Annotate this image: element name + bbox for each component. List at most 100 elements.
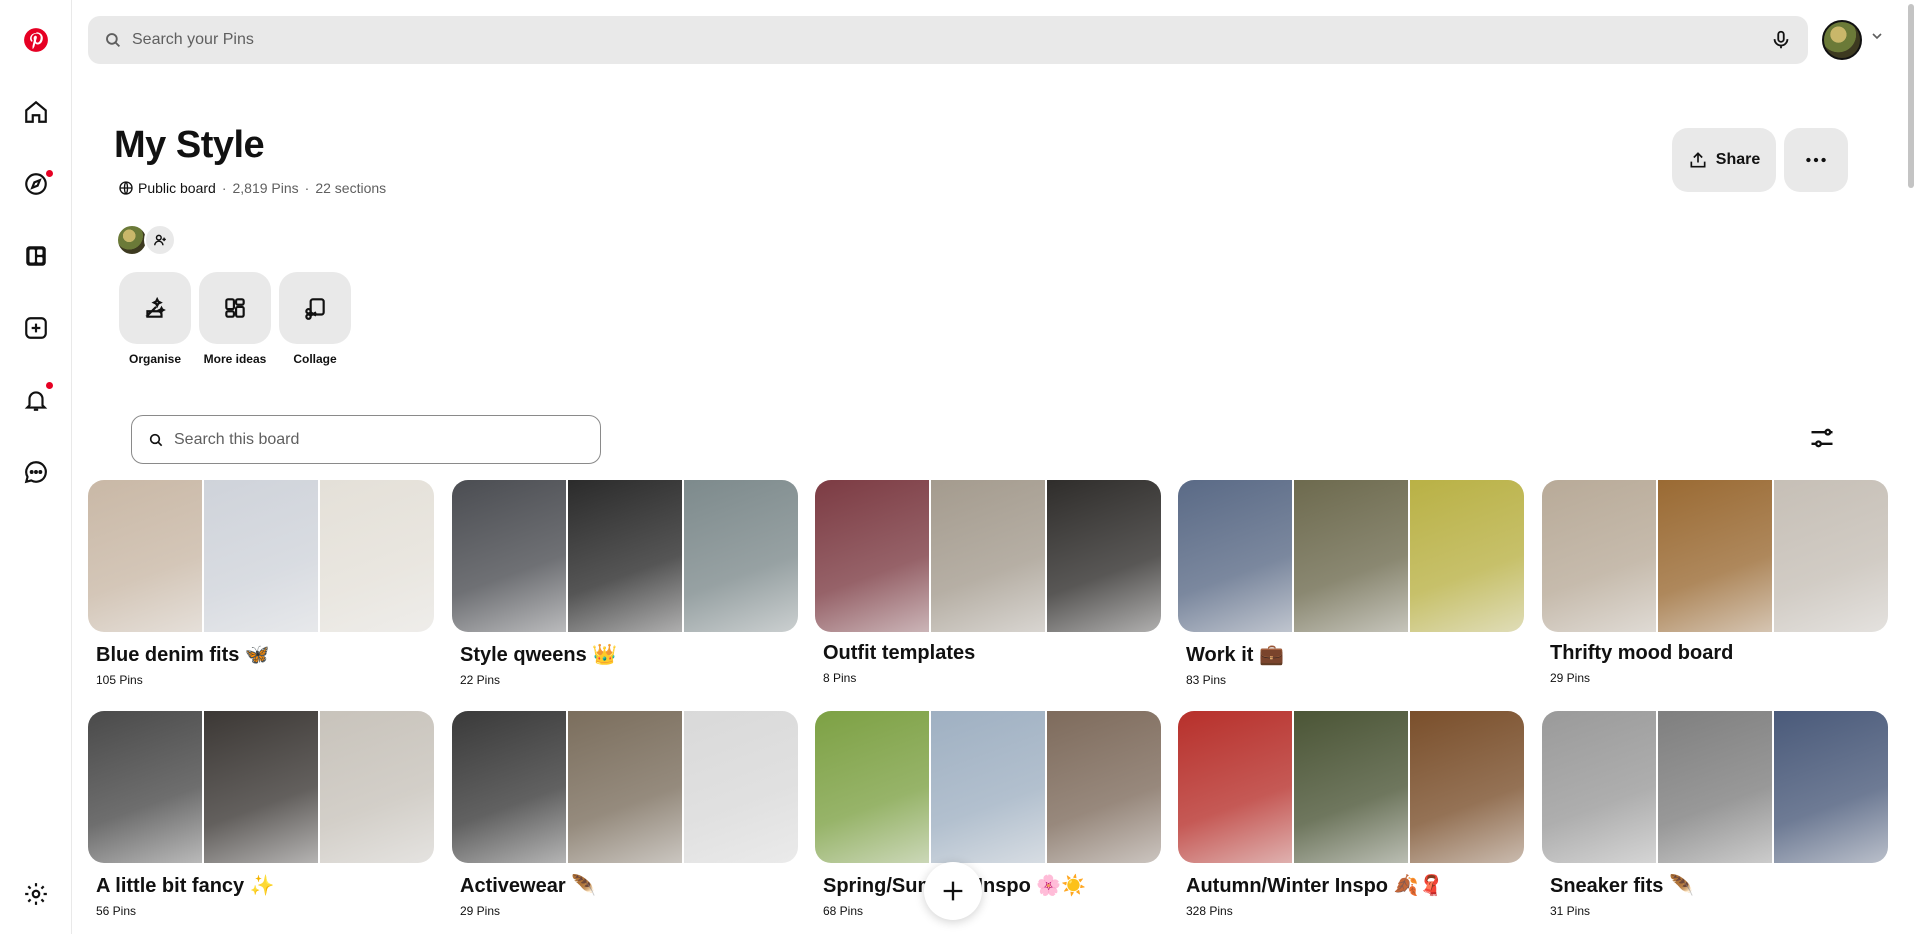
invite-collaborator-button[interactable]	[144, 224, 176, 256]
collaborators	[116, 224, 176, 256]
section-card[interactable]: Style qweens 👑 22 Pins	[452, 480, 798, 687]
section-name: Thrifty mood board	[1550, 642, 1734, 664]
section-thumbnails	[452, 711, 798, 863]
section-thumbnails	[88, 480, 434, 632]
section-thumbnail-image	[1774, 480, 1888, 632]
section-name: A little bit fancy ✨	[96, 875, 275, 897]
section-card[interactable]: Sneaker fits 🪶 31 Pins	[1542, 711, 1888, 918]
section-name: Autumn/Winter Inspo 🍂🧣	[1186, 875, 1444, 897]
boards-icon[interactable]	[12, 232, 60, 280]
more-ideas-tool[interactable]: More ideas	[199, 272, 271, 366]
section-thumbnail-image	[1047, 480, 1161, 632]
section-card[interactable]: Outfit templates 8 Pins	[815, 480, 1161, 685]
section-thumbnail-image	[1178, 480, 1292, 632]
pin-count: 2,819 Pins	[232, 180, 299, 196]
board-search-bar[interactable]: Search this board	[131, 415, 601, 464]
share-button[interactable]: Share	[1672, 128, 1776, 192]
section-card[interactable]: Blue denim fits 🦋 105 Pins	[88, 480, 434, 687]
section-thumbnail-image	[452, 480, 566, 632]
board-title: My Style	[114, 124, 265, 166]
create-section-fab-button[interactable]	[924, 862, 982, 920]
global-search-bar[interactable]: Search your Pins	[88, 16, 1808, 64]
section-thumbnail-image	[1047, 711, 1161, 863]
section-thumbnail-image	[1410, 711, 1524, 863]
search-icon	[149, 433, 163, 446]
notifications-bell-icon[interactable]	[12, 376, 60, 424]
section-thumbnail-image	[88, 480, 202, 632]
section-thumbnail-image	[931, 480, 1045, 632]
user-avatar[interactable]	[1822, 20, 1862, 60]
pinterest-logo-icon[interactable]	[12, 16, 60, 64]
section-thumbnail-image	[684, 711, 798, 863]
notification-dot	[46, 170, 53, 177]
section-thumbnails	[1542, 711, 1888, 863]
section-thumbnails	[1542, 480, 1888, 632]
plus-icon	[943, 881, 963, 901]
section-thumbnails	[88, 711, 434, 863]
section-card[interactable]: Work it 💼 83 Pins	[1178, 480, 1524, 687]
search-input[interactable]: Search your Pins	[132, 31, 1770, 49]
section-thumbnail-image	[1542, 711, 1656, 863]
section-thumbnail-image	[204, 711, 318, 863]
section-card[interactable]: A little bit fancy ✨ 56 Pins	[88, 711, 434, 918]
section-thumbnail-image	[1294, 711, 1408, 863]
section-thumbnail-image	[204, 480, 318, 632]
section-thumbnail-image	[815, 711, 929, 863]
section-pin-count: 56 Pins	[96, 904, 137, 918]
section-pin-count: 31 Pins	[1550, 904, 1591, 918]
section-thumbnail-image	[1542, 480, 1656, 632]
home-icon[interactable]	[12, 88, 60, 136]
collage-tool[interactable]: Collage	[279, 272, 351, 366]
section-card[interactable]: Activewear 🪶 29 Pins	[452, 711, 798, 918]
microphone-icon[interactable]	[1770, 29, 1792, 51]
organise-tool[interactable]: Organise	[119, 272, 191, 366]
section-thumbnail-image	[1658, 711, 1772, 863]
grid-icon	[225, 298, 245, 318]
section-thumbnail-image	[568, 711, 682, 863]
search-icon	[106, 33, 121, 48]
section-name: Spring/Summer Inspo 🌸☀️	[823, 875, 1087, 897]
section-pin-count: 22 Pins	[460, 673, 501, 687]
section-thumbnail-image	[1294, 480, 1408, 632]
board-search-input[interactable]: Search this board	[174, 431, 299, 449]
explore-compass-icon[interactable]	[12, 160, 60, 208]
section-pin-count: 328 Pins	[1186, 904, 1233, 918]
section-thumbnails	[452, 480, 798, 632]
add-person-icon	[154, 234, 166, 246]
settings-gear-icon[interactable]	[12, 870, 60, 918]
section-thumbnail-image	[815, 480, 929, 632]
section-thumbnail-image	[684, 480, 798, 632]
section-name: Work it 💼	[1186, 644, 1284, 666]
section-thumbnail-image	[1774, 711, 1888, 863]
organise-button[interactable]	[119, 272, 191, 344]
page-scrollbar[interactable]	[1908, 4, 1914, 188]
section-thumbnails	[1178, 480, 1524, 632]
more-ideas-button[interactable]	[199, 272, 271, 344]
collage-label: Collage	[293, 352, 337, 366]
section-thumbnail-image	[1410, 480, 1524, 632]
messages-icon[interactable]	[12, 448, 60, 496]
section-thumbnails	[815, 480, 1161, 632]
visibility-label: Public board	[138, 180, 216, 196]
section-pin-count: 29 Pins	[460, 904, 501, 918]
create-plus-icon[interactable]	[12, 304, 60, 352]
section-pin-count: 29 Pins	[1550, 671, 1591, 685]
chevron-down-icon[interactable]	[1869, 28, 1885, 44]
notification-dot	[46, 382, 53, 389]
share-label: Share	[1715, 151, 1761, 168]
section-thumbnail-image	[88, 711, 202, 863]
board-meta: Public board · 2,819 Pins · 22 sections	[118, 180, 386, 196]
section-card[interactable]: Thrifty mood board 29 Pins	[1542, 480, 1888, 685]
section-card[interactable]: Spring/Summer Inspo 🌸☀️ 68 Pins	[815, 711, 1161, 918]
section-pin-count: 83 Pins	[1186, 673, 1227, 687]
section-count: 22 sections	[315, 180, 387, 196]
more-options-button[interactable]	[1784, 128, 1848, 192]
section-pin-count: 68 Pins	[823, 904, 864, 918]
section-card[interactable]: Autumn/Winter Inspo 🍂🧣 328 Pins	[1178, 711, 1524, 918]
visibility-indicator: Public board	[118, 180, 216, 196]
collage-button[interactable]	[279, 272, 351, 344]
section-pin-count: 105 Pins	[96, 673, 143, 687]
more-dots-icon	[1806, 157, 1826, 163]
filter-sliders-icon[interactable]	[1808, 424, 1836, 452]
section-name: Style qweens 👑	[460, 644, 618, 666]
